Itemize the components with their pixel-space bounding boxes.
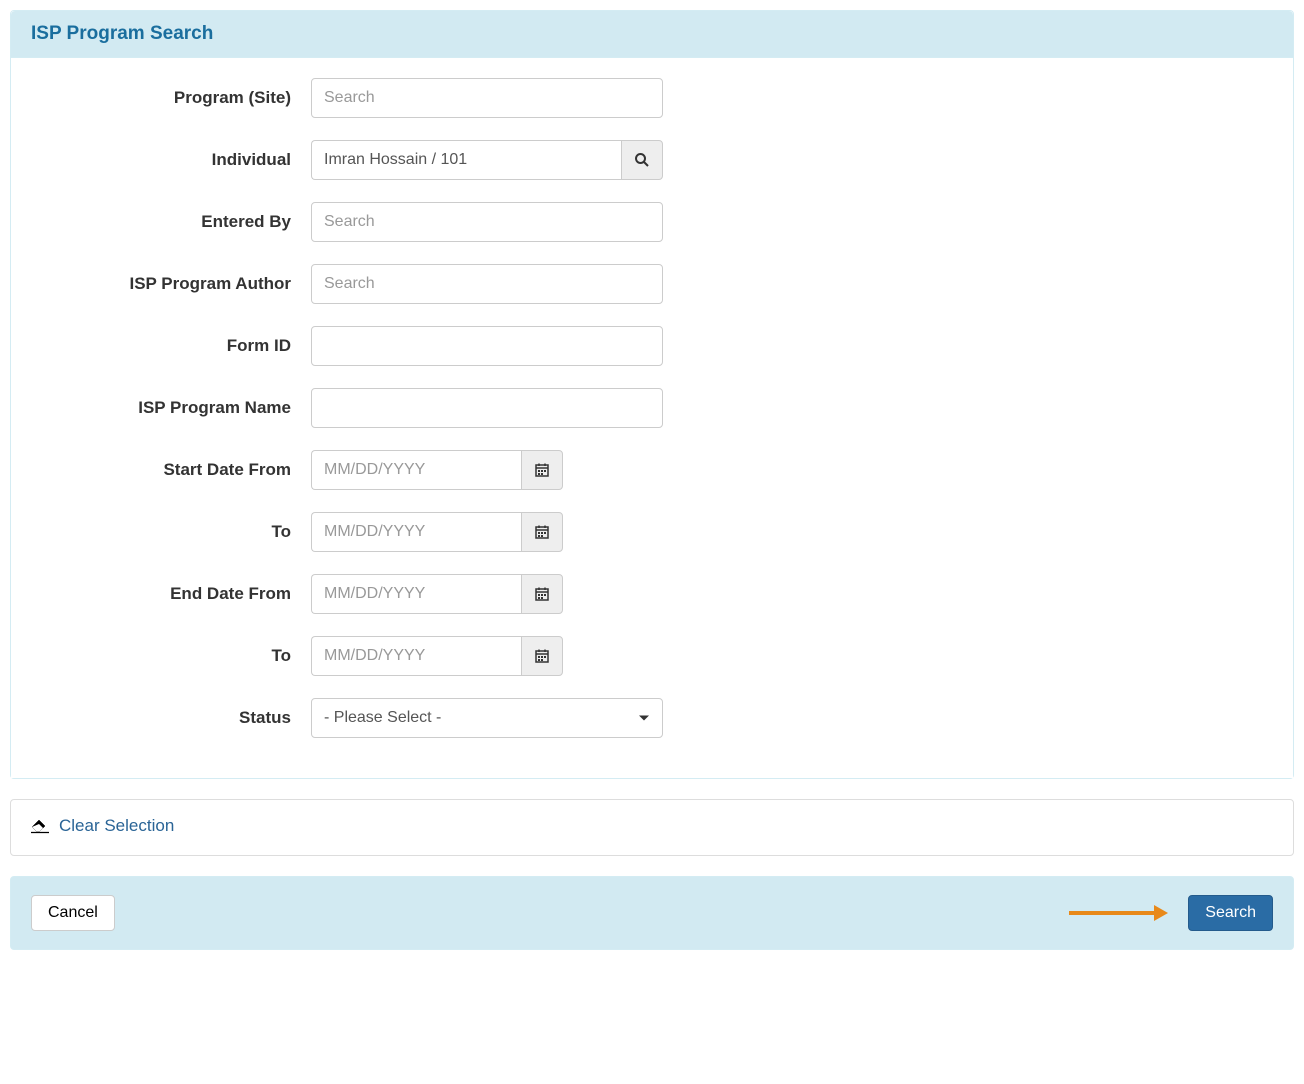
end-date-from-group xyxy=(311,574,563,614)
clear-selection-link[interactable]: Clear Selection xyxy=(31,816,174,836)
label-end-date-to: To xyxy=(31,646,311,666)
row-end-date-from: End Date From xyxy=(31,574,1273,614)
individual-input[interactable] xyxy=(311,140,621,180)
label-individual: Individual xyxy=(31,150,311,170)
cancel-button[interactable]: Cancel xyxy=(31,895,115,931)
start-date-to-picker-button[interactable] xyxy=(521,512,563,552)
start-date-from-group xyxy=(311,450,563,490)
program-name-input[interactable] xyxy=(311,388,663,428)
label-entered-by: Entered By xyxy=(31,212,311,232)
row-author: ISP Program Author xyxy=(31,264,1273,304)
arrow-line xyxy=(1069,911,1154,915)
eraser-icon xyxy=(31,818,49,834)
panel-title: ISP Program Search xyxy=(11,11,1293,58)
calendar-icon xyxy=(535,525,549,539)
start-date-to-input[interactable] xyxy=(311,512,521,552)
label-program-name: ISP Program Name xyxy=(31,398,311,418)
end-date-to-picker-button[interactable] xyxy=(521,636,563,676)
program-input[interactable] xyxy=(311,78,663,118)
label-start-date-from: Start Date From xyxy=(31,460,311,480)
entered-by-input[interactable] xyxy=(311,202,663,242)
label-program: Program (Site) xyxy=(31,88,311,108)
row-individual: Individual xyxy=(31,140,1273,180)
clear-selection-label: Clear Selection xyxy=(59,816,174,836)
search-button[interactable]: Search xyxy=(1188,895,1273,931)
row-entered-by: Entered By xyxy=(31,202,1273,242)
row-start-date-from: Start Date From xyxy=(31,450,1273,490)
label-status: Status xyxy=(31,708,311,728)
row-program-name: ISP Program Name xyxy=(31,388,1273,428)
start-date-to-group xyxy=(311,512,563,552)
status-select[interactable]: - Please Select - xyxy=(311,698,663,738)
individual-search-button[interactable] xyxy=(621,140,663,180)
search-panel: ISP Program Search Program (Site) Indivi… xyxy=(10,10,1294,779)
panel-body: Program (Site) Individual Entered By ISP… xyxy=(11,58,1293,778)
end-date-to-input[interactable] xyxy=(311,636,521,676)
label-author: ISP Program Author xyxy=(31,274,311,294)
footer-right-group: Search xyxy=(1069,895,1273,931)
row-form-id: Form ID xyxy=(31,326,1273,366)
calendar-icon xyxy=(535,463,549,477)
label-form-id: Form ID xyxy=(31,336,311,356)
row-end-date-to: To xyxy=(31,636,1273,676)
status-select-wrapper: - Please Select - xyxy=(311,698,663,738)
label-start-date-to: To xyxy=(31,522,311,542)
calendar-icon xyxy=(535,649,549,663)
arrow-annotation xyxy=(1069,905,1168,921)
label-end-date-from: End Date From xyxy=(31,584,311,604)
search-icon xyxy=(634,152,650,168)
author-input[interactable] xyxy=(311,264,663,304)
end-date-from-picker-button[interactable] xyxy=(521,574,563,614)
end-date-to-group xyxy=(311,636,563,676)
clear-panel: Clear Selection xyxy=(10,799,1294,856)
end-date-from-input[interactable] xyxy=(311,574,521,614)
start-date-from-picker-button[interactable] xyxy=(521,450,563,490)
individual-input-group xyxy=(311,140,663,180)
row-status: Status - Please Select - xyxy=(31,698,1273,738)
arrow-right-icon xyxy=(1154,905,1168,921)
row-program: Program (Site) xyxy=(31,78,1273,118)
calendar-icon xyxy=(535,587,549,601)
row-start-date-to: To xyxy=(31,512,1273,552)
start-date-from-input[interactable] xyxy=(311,450,521,490)
footer-bar: Cancel Search xyxy=(10,876,1294,950)
form-id-input[interactable] xyxy=(311,326,663,366)
